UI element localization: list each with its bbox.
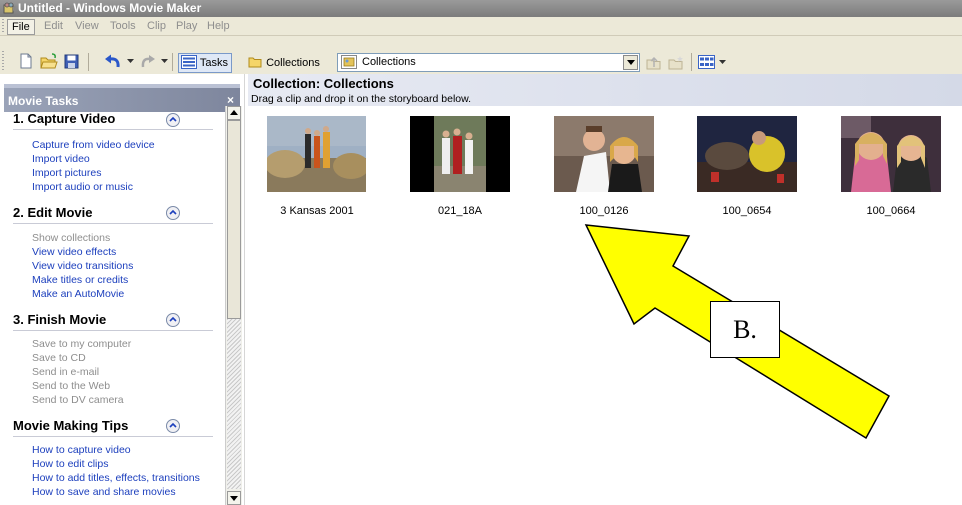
movie-maker-window: Untitled - Windows Movie Maker File Edit… — [0, 0, 962, 505]
annotation-arrow — [584, 224, 891, 440]
annotation-label: B. — [710, 301, 780, 358]
